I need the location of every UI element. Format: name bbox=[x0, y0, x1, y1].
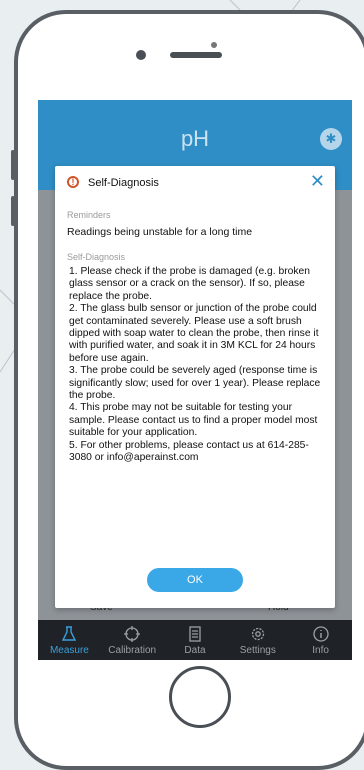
reminder-text: Readings being unstable for a long time bbox=[67, 226, 253, 238]
front-camera bbox=[136, 50, 146, 60]
tab-info[interactable]: Info bbox=[289, 620, 352, 660]
diagnosis-item: 1. Please check if the probe is damaged … bbox=[69, 266, 310, 302]
warning-icon: ! bbox=[67, 176, 79, 188]
diagnosis-item: 4. This probe may not be suitable for te… bbox=[69, 402, 318, 439]
ok-button[interactable]: OK bbox=[147, 568, 243, 592]
close-icon[interactable]: ✕ bbox=[310, 172, 325, 190]
gear-icon bbox=[251, 627, 264, 641]
volume-button bbox=[11, 196, 15, 226]
tab-bar: Measure Calibration Data Settings Info bbox=[38, 620, 352, 660]
tab-settings[interactable]: Settings bbox=[226, 620, 289, 660]
app-title: pH bbox=[180, 126, 210, 151]
flask-icon bbox=[62, 626, 77, 641]
home-button[interactable] bbox=[169, 666, 231, 728]
diagnosis-list: 1. Please check if the probe is damaged … bbox=[69, 266, 327, 465]
info-icon bbox=[312, 626, 329, 642]
sensor-dot bbox=[211, 42, 217, 48]
tab-label: Measure bbox=[49, 645, 89, 656]
earpiece-speaker bbox=[170, 52, 222, 58]
diagnosis-item: 2. The glass bulb sensor or junction of … bbox=[69, 303, 319, 364]
tab-label: Calibration bbox=[108, 645, 157, 656]
tab-label: Info bbox=[312, 645, 329, 656]
tab-label: Settings bbox=[239, 645, 276, 656]
diagnosis-item: 3. The probe could be severely aged (res… bbox=[69, 365, 321, 402]
diagnosis-item: 5. For other problems, please contact us… bbox=[69, 439, 309, 464]
document-icon bbox=[189, 626, 201, 642]
bluetooth-icon[interactable]: ✱ bbox=[320, 128, 342, 150]
dialog-title: Self-Diagnosis bbox=[88, 177, 159, 189]
self-diagnosis-dialog: ! Self-Diagnosis ✕ Reminders Readings be… bbox=[55, 166, 335, 608]
tab-calibration[interactable]: Calibration bbox=[101, 620, 164, 660]
reminders-label: Reminders bbox=[67, 210, 111, 220]
crosshair-icon bbox=[124, 626, 141, 642]
dialog-header: ! Self-Diagnosis ✕ bbox=[55, 166, 335, 200]
tab-measure[interactable]: Measure bbox=[38, 620, 101, 660]
volume-button bbox=[11, 150, 15, 180]
self-diagnosis-label: Self-Diagnosis bbox=[67, 252, 126, 262]
tab-data[interactable]: Data bbox=[164, 620, 227, 660]
tab-label: Data bbox=[184, 645, 206, 656]
